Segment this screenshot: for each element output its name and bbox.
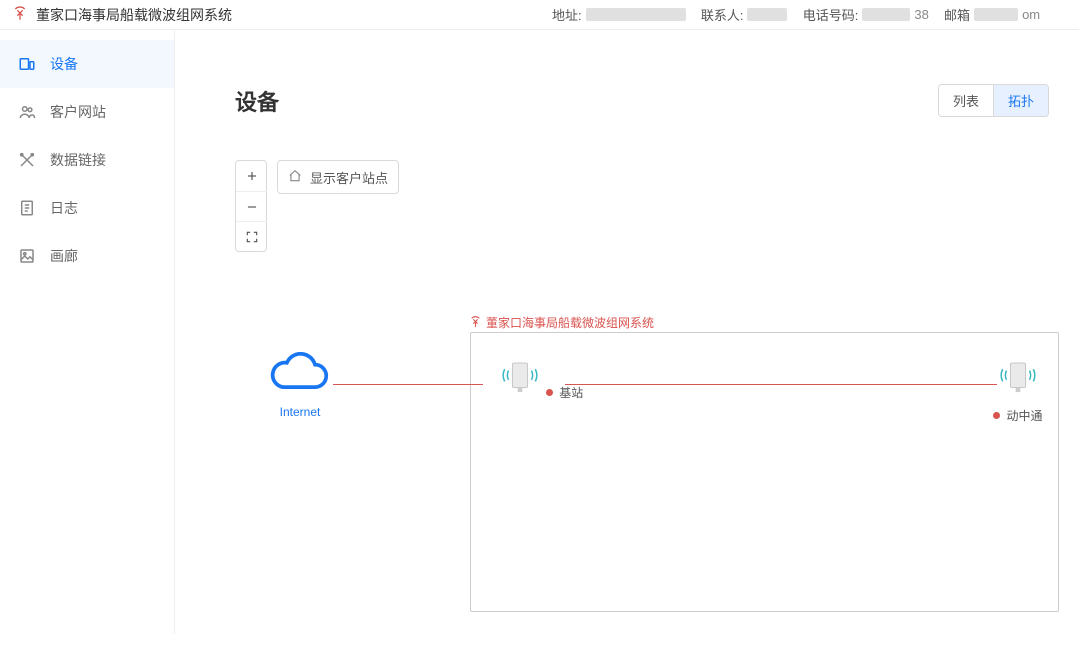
device-node-basestation[interactable]: 基站 [495,356,585,401]
address-label: 地址: [552,5,582,24]
status-dot-offline [546,389,553,396]
internet-node[interactable]: Internet [255,352,345,419]
zoom-out-button[interactable] [236,191,267,221]
phone-value-redacted [862,8,910,21]
internet-label: Internet [255,405,345,419]
status-dot-offline [993,412,1000,419]
antenna-device-icon [995,384,1041,399]
sidebar-item-data-links[interactable]: 数据链接 [0,136,174,184]
device-name: 动中通 [1006,407,1042,424]
site-title-text: 董家口海事局船载微波组网系统 [486,314,654,331]
view-toggle: 列表 拓扑 [938,84,1049,117]
device-name: 基站 [559,384,583,401]
crossed-tools-icon [18,151,36,169]
antenna-device-icon [497,384,547,399]
header-contact-info: 地址: 联系人: 电话号码: 38 邮箱 om [552,5,1040,24]
email-suffix: om [1022,7,1040,22]
home-icon [288,169,302,186]
main-content: 设备 列表 拓扑 [175,30,1079,634]
page-header: 董家口海事局船载微波组网系统 地址: 联系人: 电话号码: 38 邮箱 om [0,0,1079,30]
app-title: 董家口海事局船载微波组网系统 [36,5,232,25]
view-list-button[interactable]: 列表 [939,85,993,116]
phone-suffix: 38 [914,7,928,22]
device-node-mobile-antenna[interactable]: 动中通 [973,356,1063,424]
show-sites-label: 显示客户站点 [310,168,388,187]
image-icon [18,247,36,265]
view-topology-button[interactable]: 拓扑 [993,85,1048,116]
devices-icon [18,55,36,73]
sidebar-item-label: 画廊 [50,246,78,266]
zoom-fit-button[interactable] [236,221,267,251]
sidebar-item-label: 设备 [50,54,78,74]
sidebar-item-logs[interactable]: 日志 [0,184,174,232]
sidebar-item-label: 客户网站 [50,102,106,122]
show-customer-sites-button[interactable]: 显示客户站点 [277,160,399,194]
sidebar-item-label: 日志 [50,198,78,218]
email-value-redacted [974,8,1018,21]
sidebar-item-devices[interactable]: 设备 [0,40,174,88]
users-icon [18,103,36,121]
email-label: 邮箱 [944,5,970,24]
zoom-in-button[interactable] [236,161,267,191]
sidebar-item-customer-sites[interactable]: 客户网站 [0,88,174,136]
contact-label: 联系人: [701,5,744,24]
site-title: 董家口海事局船载微波组网系统 [469,314,654,331]
topology-canvas[interactable]: 董家口海事局船载微波组网系统 Internet [235,280,1059,660]
page-title: 设备 [235,85,279,117]
zoom-panel [235,160,267,252]
cloud-icon [270,384,330,399]
sidebar-item-label: 数据链接 [50,150,106,170]
phone-label: 电话号码: [803,5,859,24]
sidebar: 设备 客户网站 数据链接 [0,30,175,634]
alert-antenna-icon [469,315,482,331]
link-line-internet-to-site [333,384,483,385]
device-label-row: 基站 [546,384,583,401]
device-label-row: 动中通 [993,407,1042,424]
sidebar-item-gallery[interactable]: 画廊 [0,232,174,280]
contact-value-redacted [747,8,787,21]
address-value-redacted [586,8,686,21]
logo-antenna-icon [12,5,28,24]
link-line-between-devices [565,384,997,385]
document-icon [18,199,36,217]
